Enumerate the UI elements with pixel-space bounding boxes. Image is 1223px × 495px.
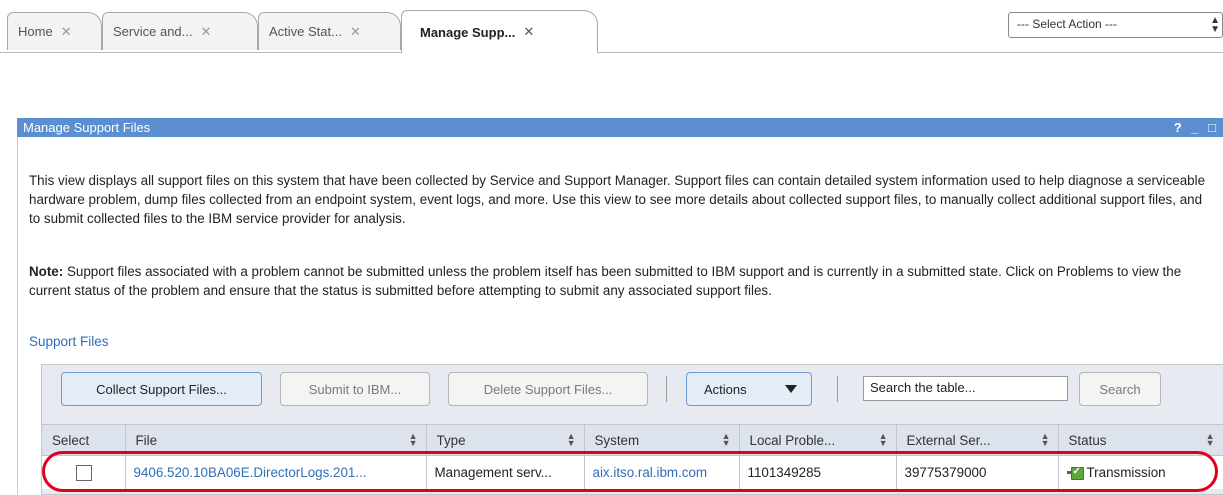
actions-label: Actions xyxy=(704,381,747,397)
type-cell: Management serv... xyxy=(426,455,585,489)
column-header-status[interactable]: Status ▲ ▼ xyxy=(1058,424,1223,456)
sort-icon[interactable]: ▲ ▼ xyxy=(1041,432,1050,448)
row-select-cell xyxy=(42,455,126,489)
chevron-updown-icon: ▲ ▼ xyxy=(1210,15,1220,35)
select-action-dropdown[interactable]: --- Select Action --- ▲ ▼ xyxy=(1008,12,1223,38)
note-text: Support files associated with a problem … xyxy=(29,264,1182,298)
tab-manage-label: Manage Supp... xyxy=(420,24,516,40)
panel-header: Manage Support Files ? _ □ xyxy=(17,118,1223,137)
tab-active-label: Active Stat... xyxy=(269,24,342,39)
system-link[interactable]: aix.itso.ral.ibm.com xyxy=(584,455,740,489)
column-header-file[interactable]: File ▲ ▼ xyxy=(125,424,427,456)
status-label: Transmission xyxy=(1086,465,1166,480)
status-cell: ✓ Transmission xyxy=(1058,455,1223,489)
delete-support-files-button[interactable]: Delete Support Files... xyxy=(448,372,648,406)
panel-note: Note: Support files associated with a pr… xyxy=(29,262,1209,300)
note-label: Note: xyxy=(29,264,64,279)
close-icon[interactable]: ✕ xyxy=(61,24,72,40)
tab-active-status[interactable]: Active Stat... ✕ xyxy=(258,12,401,50)
close-icon[interactable]: ✕ xyxy=(350,24,361,40)
dropdown-triangle-icon xyxy=(785,385,797,393)
close-icon[interactable]: ✕ xyxy=(523,24,534,40)
tab-service-label: Service and... xyxy=(113,24,193,39)
table-header-row: Select File ▲ ▼ Type ▲ ▼ System ▲ ▼ Local Prob… xyxy=(42,424,1223,456)
close-icon[interactable]: ✕ xyxy=(201,24,212,40)
column-header-local-problem[interactable]: Local Proble... ▲ ▼ xyxy=(739,424,897,456)
submit-to-ibm-button[interactable]: Submit to IBM... xyxy=(280,372,430,406)
sort-icon[interactable]: ▲ ▼ xyxy=(879,432,888,448)
search-input[interactable]: Search the table... xyxy=(863,376,1068,401)
row-checkbox[interactable] xyxy=(76,464,92,481)
tab-manage-support[interactable]: Manage Supp... ✕ xyxy=(401,10,598,53)
toolbar-divider xyxy=(666,376,667,402)
panel-title: Manage Support Files xyxy=(23,120,151,135)
search-button[interactable]: Search xyxy=(1079,372,1161,406)
table-row[interactable]: 9406.520.10BA06E.DirectorLogs.201... Man… xyxy=(42,455,1223,489)
file-link[interactable]: 9406.520.10BA06E.DirectorLogs.201... xyxy=(125,455,427,489)
tab-home-label: Home xyxy=(18,24,53,39)
select-action-label: --- Select Action --- xyxy=(1017,17,1118,31)
sort-icon[interactable]: ▲ ▼ xyxy=(567,432,576,448)
toolbar-divider xyxy=(837,376,838,402)
panel-description: This view displays all support files on … xyxy=(29,173,1206,226)
sort-icon[interactable]: ▲ ▼ xyxy=(409,432,418,448)
transmission-status-icon: ✓ xyxy=(1066,466,1084,480)
tab-home[interactable]: Home ✕ xyxy=(7,12,102,50)
sort-icon[interactable]: ▲ ▼ xyxy=(1206,432,1215,448)
window-controls[interactable]: ? _ □ xyxy=(1174,118,1219,137)
support-files-table: Select File ▲ ▼ Type ▲ ▼ System ▲ ▼ Local Prob… xyxy=(42,424,1223,489)
tab-bar: Home ✕ Service and... ✕ Active Stat... ✕… xyxy=(0,0,1223,53)
column-header-external-service[interactable]: External Ser... ▲ ▼ xyxy=(896,424,1059,456)
column-header-system[interactable]: System ▲ ▼ xyxy=(584,424,740,456)
tab-service-and[interactable]: Service and... ✕ xyxy=(102,12,258,50)
sort-icon[interactable]: ▲ ▼ xyxy=(722,432,731,448)
support-files-link[interactable]: Support Files xyxy=(29,334,109,349)
column-header-select: Select xyxy=(42,424,126,456)
actions-menu-button[interactable]: Actions xyxy=(686,372,812,406)
local-problem-cell: 1101349285 xyxy=(739,455,897,489)
collect-support-files-button[interactable]: Collect Support Files... xyxy=(61,372,262,406)
column-header-type[interactable]: Type ▲ ▼ xyxy=(426,424,585,456)
external-service-cell: 39775379000 xyxy=(896,455,1059,489)
